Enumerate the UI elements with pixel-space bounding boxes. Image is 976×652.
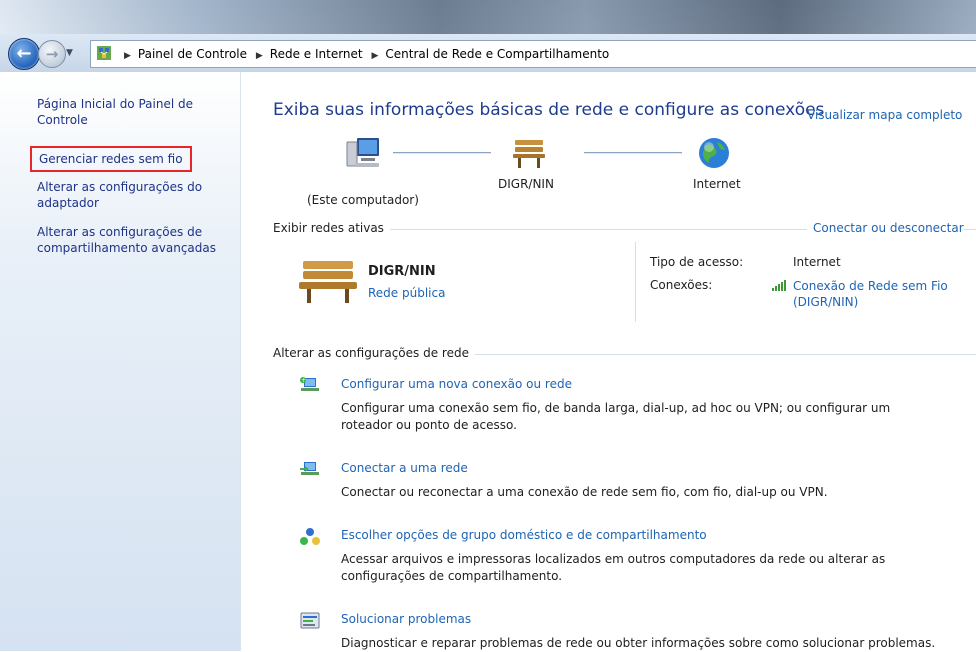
connections-label: Conexões: — [650, 278, 713, 292]
breadcrumb-separator-icon[interactable]: ▶ — [256, 43, 263, 69]
task-homegroup-desc: Acessar arquivos e impressoras localizad… — [341, 552, 886, 583]
access-type-value: Internet — [793, 255, 841, 269]
sidebar-item-home[interactable]: Página Inicial do Painel de Controle — [37, 96, 237, 128]
computer-icon[interactable] — [345, 136, 381, 170]
back-arrow-icon: ← — [16, 43, 32, 64]
network-folder-icon — [97, 46, 111, 60]
task-troubleshoot-desc: Diagnosticar e reparar problemas de rede… — [341, 636, 936, 650]
breadcrumb-separator-icon[interactable]: ▶ — [371, 43, 378, 69]
recent-pages-dropdown-icon[interactable]: ▼ — [66, 48, 73, 58]
connection-link-line2: (DIGR/NIN) — [793, 295, 859, 309]
task-troubleshoot-link[interactable]: Solucionar problemas — [341, 612, 471, 626]
breadcrumb: ▶ Painel de Controle ▶ Rede e Internet ▶ Ce… — [119, 41, 609, 67]
troubleshoot-icon — [300, 612, 320, 629]
sidebar: Página Inicial do Painel de Controle Ger… — [0, 72, 241, 651]
breadcrumb-separator-icon[interactable]: ▶ — [124, 43, 131, 69]
back-button[interactable]: ← — [8, 38, 40, 70]
forward-button[interactable]: → — [38, 40, 66, 68]
forward-arrow-icon: → — [45, 45, 59, 63]
sidebar-item-manage-wireless[interactable]: Gerenciar redes sem fio — [30, 146, 192, 172]
wireless-connection-link[interactable]: Conexão de Rede sem Fio (DIGR/NIN) — [793, 278, 948, 310]
connect-network-icon — [300, 462, 319, 475]
active-network-name: DIGR/NIN — [368, 264, 436, 279]
this-computer-label: (Este computador) — [307, 193, 419, 207]
network-map-label: DIGR/NIN — [498, 177, 554, 191]
public-network-bench-icon[interactable] — [297, 257, 359, 305]
title-bar-glass — [0, 0, 976, 34]
main-content: Exiba suas informações básicas de rede e… — [241, 72, 976, 651]
homegroup-icon — [300, 528, 320, 545]
page-title: Exiba suas informações básicas de rede e… — [273, 100, 825, 120]
task-connect-network-desc: Conectar ou reconectar a uma conexão de … — [341, 485, 828, 499]
svg-text:+: + — [301, 377, 306, 384]
active-networks-title: Exibir redes ativas — [273, 221, 390, 235]
breadcrumb-item-painel[interactable]: Painel de Controle — [138, 41, 247, 67]
wifi-signal-icon — [772, 280, 786, 291]
view-full-map-link[interactable]: Visualizar mapa completo — [807, 108, 962, 122]
task-homegroup-link[interactable]: Escolher opções de grupo doméstico e de … — [341, 528, 707, 542]
map-connector-line — [393, 152, 491, 154]
breadcrumb-item-central[interactable]: Central de Rede e Compartilhamento — [385, 41, 609, 67]
connection-link-line1: Conexão de Rede sem Fio — [793, 279, 948, 293]
breadcrumb-item-rede[interactable]: Rede e Internet — [270, 41, 363, 67]
internet-map-label: Internet — [693, 177, 741, 191]
access-type-label: Tipo de acesso: — [650, 255, 744, 269]
change-settings-title: Alterar as configurações de rede — [273, 346, 475, 360]
address-bar[interactable]: ▶ Painel de Controle ▶ Rede e Internet ▶ Ce… — [90, 40, 976, 68]
task-new-connection-link[interactable]: Configurar uma nova conexão ou rede — [341, 377, 572, 391]
connect-disconnect-link[interactable]: Conectar ou desconectar — [807, 221, 964, 235]
sidebar-item-sharing-settings[interactable]: Alterar as configurações de compartilham… — [37, 224, 237, 256]
map-connector-line — [584, 152, 682, 154]
bench-network-icon[interactable] — [511, 134, 547, 170]
task-new-connection-desc: Configurar uma conexão sem fio, de banda… — [341, 401, 891, 432]
task-connect-network-link[interactable]: Conectar a uma rede — [341, 461, 468, 475]
sidebar-item-adapter-settings[interactable]: Alterar as configurações do adaptador — [37, 179, 237, 211]
network-type-link[interactable]: Rede pública — [368, 286, 445, 300]
internet-globe-icon[interactable] — [697, 136, 731, 170]
vertical-divider — [635, 242, 636, 322]
new-connection-icon: + — [300, 377, 319, 391]
